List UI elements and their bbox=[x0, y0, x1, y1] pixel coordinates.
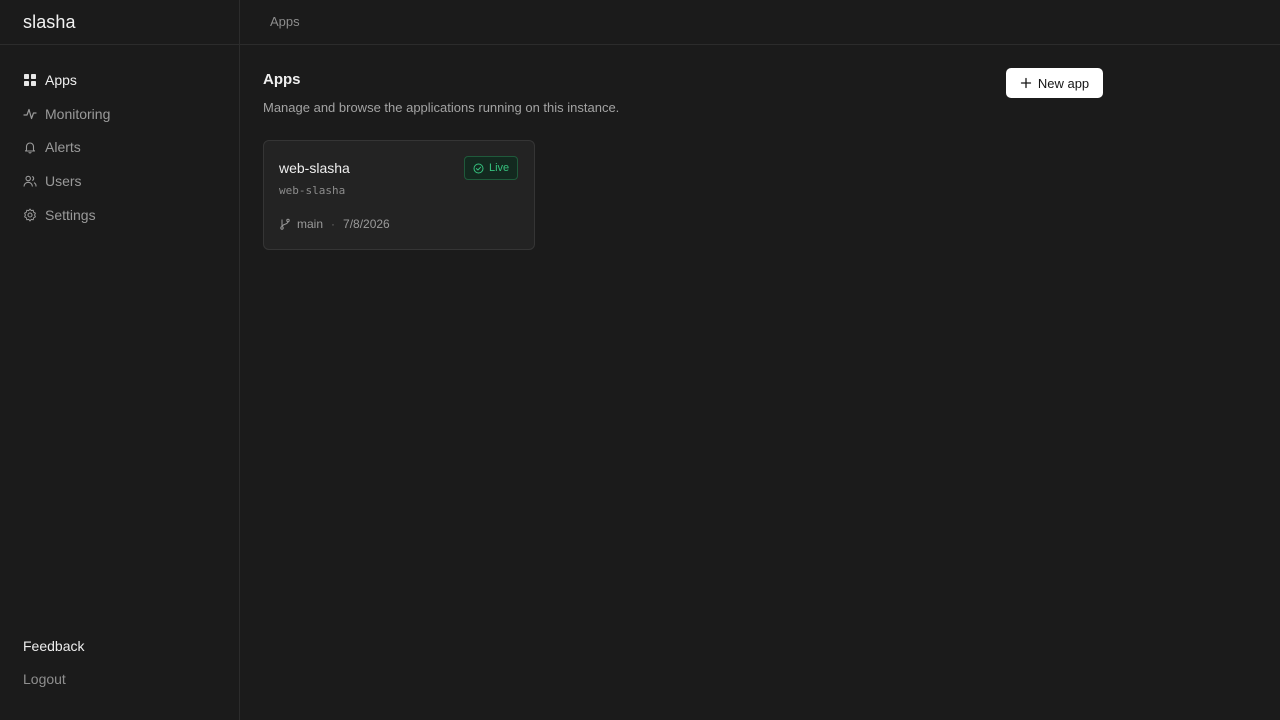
page-subtitle: Manage and browse the applications runni… bbox=[263, 100, 620, 115]
users-icon bbox=[23, 174, 37, 188]
top-bar: Apps bbox=[240, 0, 1280, 45]
git-branch-icon bbox=[279, 218, 291, 230]
bell-icon bbox=[23, 140, 37, 154]
page-title: Apps bbox=[263, 71, 301, 88]
grid-icon bbox=[23, 73, 37, 87]
meta-separator: · bbox=[331, 217, 336, 231]
app-meta: main · 7/8/2026 bbox=[279, 217, 390, 231]
sidebar-item-alerts[interactable]: Alerts bbox=[23, 137, 223, 157]
status-label: Live bbox=[489, 162, 510, 174]
gear-icon bbox=[23, 208, 37, 222]
sidebar-nav: Apps Monitoring Alerts Users Settings bbox=[23, 70, 223, 238]
app-root: slasha Apps Monitoring Alerts Users Sett… bbox=[0, 0, 1280, 720]
feedback-link[interactable]: Feedback bbox=[23, 638, 84, 656]
app-branch: main bbox=[297, 217, 324, 231]
brand-logo[interactable]: slasha bbox=[23, 12, 76, 33]
check-circle-icon bbox=[473, 163, 484, 174]
app-name: web-slasha bbox=[279, 160, 350, 176]
sidebar-item-settings[interactable]: Settings bbox=[23, 205, 223, 225]
sidebar-item-label: Settings bbox=[45, 206, 96, 223]
breadcrumb[interactable]: Apps bbox=[270, 14, 300, 29]
sidebar-footer: Feedback Logout bbox=[23, 638, 84, 689]
activity-icon bbox=[23, 107, 37, 121]
sidebar-item-apps[interactable]: Apps bbox=[23, 70, 223, 90]
plus-icon bbox=[1020, 77, 1032, 89]
logout-link[interactable]: Logout bbox=[23, 671, 84, 689]
sidebar-item-users[interactable]: Users bbox=[23, 171, 223, 191]
app-slug: web-slasha bbox=[279, 184, 346, 197]
sidebar-item-label: Alerts bbox=[45, 139, 81, 156]
sidebar-item-label: Users bbox=[45, 173, 82, 190]
sidebar-item-monitoring[interactable]: Monitoring bbox=[23, 104, 223, 124]
sidebar: slasha Apps Monitoring Alerts Users Sett… bbox=[0, 0, 240, 720]
app-card[interactable]: web-slasha web-slasha Live main · 7/8/20… bbox=[263, 140, 535, 250]
new-app-label: New app bbox=[1037, 75, 1090, 91]
new-app-button[interactable]: New app bbox=[1006, 68, 1103, 98]
app-date: 7/8/2026 bbox=[343, 217, 390, 231]
sidebar-divider bbox=[0, 44, 240, 45]
sidebar-item-label: Apps bbox=[45, 72, 77, 88]
status-badge: Live bbox=[464, 156, 519, 180]
sidebar-item-label: Monitoring bbox=[45, 105, 111, 122]
